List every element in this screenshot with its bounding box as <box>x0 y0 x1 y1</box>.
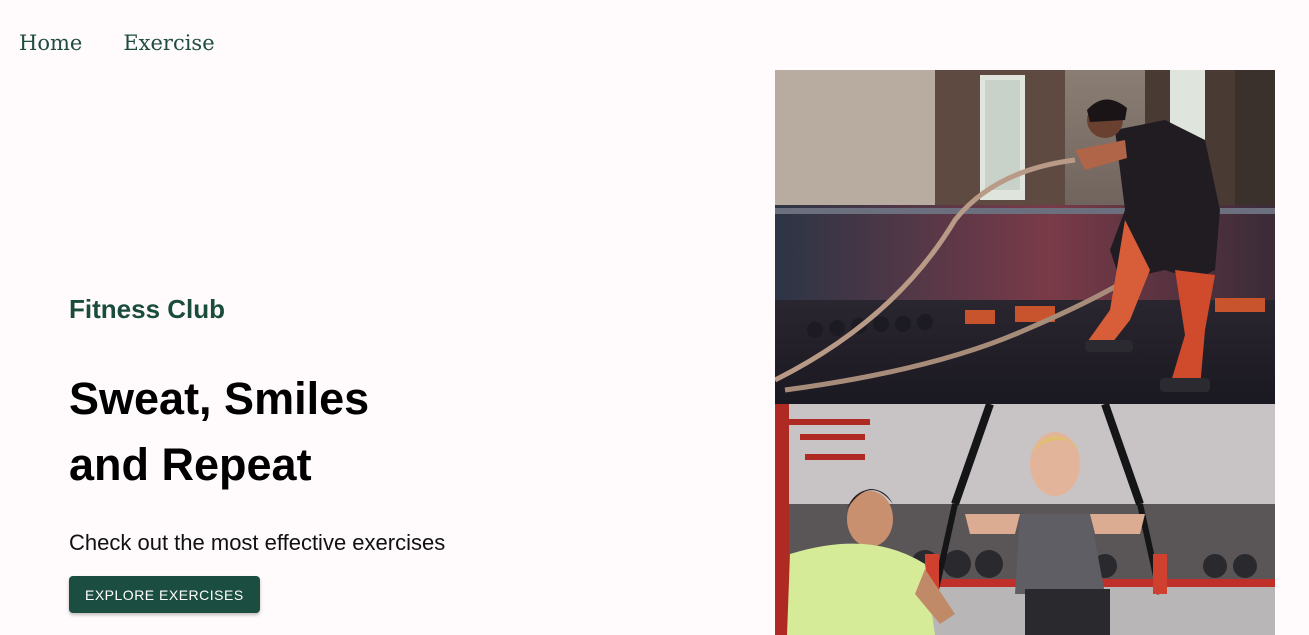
hero-section: Fitness Club Sweat, Smiles and Repeat Ch… <box>69 293 729 613</box>
hero-headline: Sweat, Smiles and Repeat <box>69 366 489 498</box>
battle-ropes-image <box>775 70 1275 404</box>
top-nav: Home Exercise <box>19 31 215 55</box>
hero-subline: Check out the most effective exercises <box>69 530 446 555</box>
battle-ropes-photo <box>775 70 1275 404</box>
brand-title: Fitness Club <box>69 294 226 324</box>
nav-exercise-link[interactable]: Exercise <box>123 31 214 55</box>
headline-line-2: and Repeat <box>69 439 312 490</box>
nav-home-link[interactable]: Home <box>19 31 82 55</box>
explore-exercises-button[interactable]: EXPLORE EXERCISES <box>69 576 260 613</box>
trx-training-photo <box>775 404 1275 635</box>
trx-training-image <box>775 404 1275 635</box>
headline-line-1: Sweat, Smiles <box>69 373 370 424</box>
